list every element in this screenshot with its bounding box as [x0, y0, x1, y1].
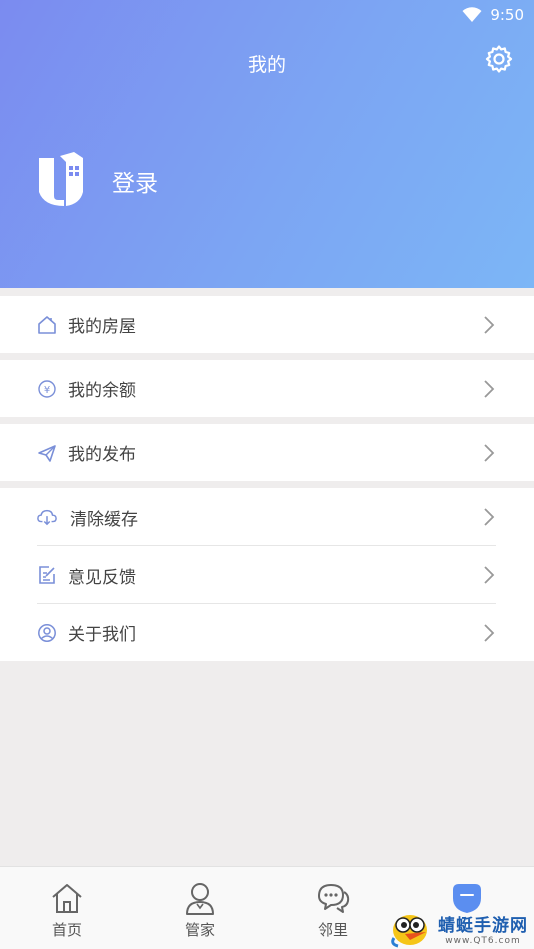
- butler-icon: [181, 879, 219, 917]
- menu-group-misc: 清除缓存 意见反馈 关于我们: [0, 488, 534, 661]
- chat-bubbles-icon: [314, 879, 352, 917]
- menu-item-feedback[interactable]: 意见反馈: [0, 546, 534, 604]
- tab-neighbors[interactable]: 邻里: [288, 867, 378, 949]
- tab-label: 管家: [184, 921, 215, 939]
- watermark-url: www.QT6.com: [445, 936, 521, 946]
- menu-item-about-us[interactable]: 关于我们: [0, 604, 534, 661]
- menu-group-balance: ¥ 我的余额: [0, 360, 534, 417]
- home-icon: [48, 879, 86, 917]
- feedback-edit-icon: [37, 565, 57, 585]
- wifi-icon: [462, 7, 482, 23]
- chevron-right-icon: [482, 623, 496, 643]
- menu-item-label: 我的余额: [68, 381, 136, 401]
- yen-coin-icon: ¥: [37, 379, 57, 399]
- menu-item-my-posts[interactable]: 我的发布: [0, 424, 534, 481]
- menu-item-label: 意见反馈: [68, 567, 136, 588]
- menu-item-my-balance[interactable]: ¥ 我的余额: [0, 360, 534, 417]
- gear-icon: [484, 44, 514, 78]
- chevron-right-icon: [482, 379, 496, 399]
- tab-label: 首页: [51, 921, 82, 939]
- login-area[interactable]: 登录: [36, 152, 158, 210]
- settings-button[interactable]: [482, 44, 516, 78]
- watermark: 蜻蜓手游网 www.QT6.com: [388, 908, 534, 949]
- house-icon: [37, 315, 57, 335]
- status-bar: 9:50: [0, 0, 534, 30]
- chevron-right-icon: [482, 315, 496, 335]
- user-circle-icon: [37, 623, 57, 643]
- profile-header: 9:50 我的 登录: [0, 0, 534, 288]
- watermark-title: 蜻蜓手游网: [438, 916, 528, 936]
- login-label: 登录: [112, 171, 158, 197]
- menu-item-label: 我的发布: [68, 445, 136, 465]
- menu-item-label: 我的房屋: [68, 317, 136, 337]
- menu-item-my-house[interactable]: 我的房屋: [0, 296, 534, 353]
- chevron-right-icon: [482, 565, 496, 585]
- menu-group-house: 我的房屋: [0, 296, 534, 353]
- dragonfly-bird-logo-icon: [388, 908, 436, 949]
- svg-text:¥: ¥: [44, 385, 50, 396]
- tab-butler[interactable]: 管家: [155, 867, 245, 949]
- tab-home[interactable]: 首页: [22, 867, 112, 949]
- menu-group-posts: 我的发布: [0, 424, 534, 481]
- paper-plane-icon: [37, 443, 57, 463]
- status-time: 9:50: [490, 6, 524, 24]
- menu-item-clear-cache[interactable]: 清除缓存: [0, 488, 534, 546]
- chevron-right-icon: [482, 443, 496, 463]
- chevron-right-icon: [482, 507, 496, 527]
- watermark-text: 蜻蜓手游网 www.QT6.com: [438, 911, 528, 946]
- menu-item-label: 清除缓存: [70, 509, 138, 530]
- cloud-download-icon: [37, 507, 57, 527]
- app-logo-icon: [36, 152, 86, 210]
- page-title: 我的: [247, 54, 286, 76]
- menu-item-label: 关于我们: [68, 625, 136, 645]
- tab-label: 邻里: [317, 921, 348, 939]
